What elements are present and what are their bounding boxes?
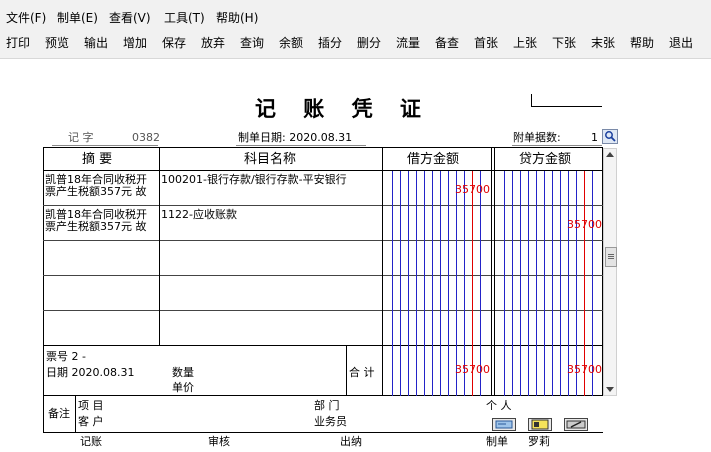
menu-voucher[interactable]: 制单(E) <box>57 11 98 25</box>
voucher-type[interactable]: 记 字 <box>68 131 94 144</box>
search-icon[interactable] <box>602 129 618 144</box>
project-label[interactable]: 项 目 <box>78 399 104 412</box>
total-label: 合 计 <box>349 366 375 379</box>
header-credit: 贷方金额 <box>519 152 572 167</box>
cashier-label: 出纳 <box>340 435 362 448</box>
last-button[interactable]: 末张 <box>591 36 615 50</box>
voucher-bracket <box>531 94 602 107</box>
total-debit: 35700 <box>455 363 490 376</box>
row-summary-line2[interactable]: 票产生税额357元 故 <box>45 221 147 232</box>
scroll-thumb[interactable] <box>605 247 617 267</box>
remark-divider <box>75 395 76 432</box>
person-label[interactable]: 个 人 <box>486 399 512 412</box>
row-account[interactable]: 100201-银行存款/银行存款-平安银行 <box>161 174 347 185</box>
staff-label[interactable]: 业务员 <box>314 415 347 428</box>
customer-label[interactable]: 客 户 <box>78 415 104 428</box>
remark-left-border <box>43 395 44 432</box>
bookkeeper-label: 记账 <box>80 435 102 448</box>
maker-name: 罗莉 <box>528 435 550 448</box>
voucher-title: 记 账 凭 证 <box>255 96 431 121</box>
menu-tools[interactable]: 工具(T) <box>164 11 205 25</box>
type-underline <box>52 145 158 146</box>
menu-bar: 文件(F) 制单(E) 查看(V) 工具(T) 帮助(H) <box>0 0 711 28</box>
print-button[interactable]: 打印 <box>6 36 30 50</box>
discard-button[interactable]: 放弃 <box>201 36 225 50</box>
menu-view[interactable]: 查看(V) <box>109 11 151 25</box>
toolbar: 打印 预览 输出 增加 保存 放弃 查询 余额 插分 删分 流量 备查 首张 上… <box>0 28 711 59</box>
reviewer-label: 审核 <box>208 435 230 448</box>
menu-help[interactable]: 帮助(H) <box>216 11 258 25</box>
row-summary-line2[interactable]: 票产生税额357元 故 <box>45 186 147 197</box>
add-button[interactable]: 增加 <box>123 36 147 50</box>
row-debit[interactable]: 35700 <box>455 184 490 196</box>
memo-button[interactable]: 备查 <box>435 36 459 50</box>
attach-count[interactable]: 1 <box>591 131 598 144</box>
header-account: 科目名称 <box>244 152 297 167</box>
price-label: 单价 <box>172 381 194 394</box>
row-summary-line1[interactable]: 凯普18年合同收税开 <box>45 174 147 185</box>
next-button[interactable]: 下张 <box>552 36 576 50</box>
row-account[interactable]: 1122-应收账款 <box>161 209 237 220</box>
help-button[interactable]: 帮助 <box>630 36 654 50</box>
vertical-scrollbar[interactable] <box>603 148 617 396</box>
prev-button[interactable]: 上张 <box>513 36 537 50</box>
attach-label: 附单据数: <box>513 131 561 144</box>
scroll-down-icon[interactable] <box>606 387 614 392</box>
delete-entry-button[interactable]: 删分 <box>357 36 381 50</box>
maker-label: 制单 <box>486 435 508 448</box>
save-button[interactable]: 保存 <box>162 36 186 50</box>
header-debit: 借方金额 <box>407 152 460 167</box>
card-icon[interactable] <box>492 418 516 431</box>
cashflow-button[interactable]: 流量 <box>396 36 420 50</box>
balance-button[interactable]: 余额 <box>279 36 303 50</box>
exit-button[interactable]: 退出 <box>669 36 693 50</box>
preview-button[interactable]: 预览 <box>45 36 69 50</box>
edit-pencil-icon[interactable] <box>564 418 588 431</box>
quantity-label: 数量 <box>172 366 194 379</box>
query-button[interactable]: 查询 <box>240 36 264 50</box>
menu-file[interactable]: 文件(F) <box>6 11 46 25</box>
row-summary-line1[interactable]: 凯普18年合同收税开 <box>45 209 147 220</box>
voucher-number[interactable]: 0382 <box>132 131 160 144</box>
header-summary: 摘 要 <box>82 152 113 167</box>
ticket-date: 日期 2020.08.31 <box>46 366 135 379</box>
first-button[interactable]: 首张 <box>474 36 498 50</box>
attach-underline <box>512 145 602 146</box>
date-underline <box>236 145 366 146</box>
contact-card-icon[interactable] <box>528 418 552 431</box>
row-credit[interactable]: 35700 <box>567 219 602 231</box>
ticket-number: 票号 2 - <box>46 350 86 363</box>
department-label[interactable]: 部 门 <box>314 399 340 412</box>
export-button[interactable]: 输出 <box>84 36 108 50</box>
scroll-up-icon[interactable] <box>606 152 614 157</box>
total-credit: 35700 <box>567 363 602 376</box>
make-date[interactable]: 制单日期: 2020.08.31 <box>238 131 352 144</box>
remark-label: 备注 <box>48 407 70 420</box>
insert-entry-button[interactable]: 插分 <box>318 36 342 50</box>
remark-bottom-border <box>43 432 603 433</box>
